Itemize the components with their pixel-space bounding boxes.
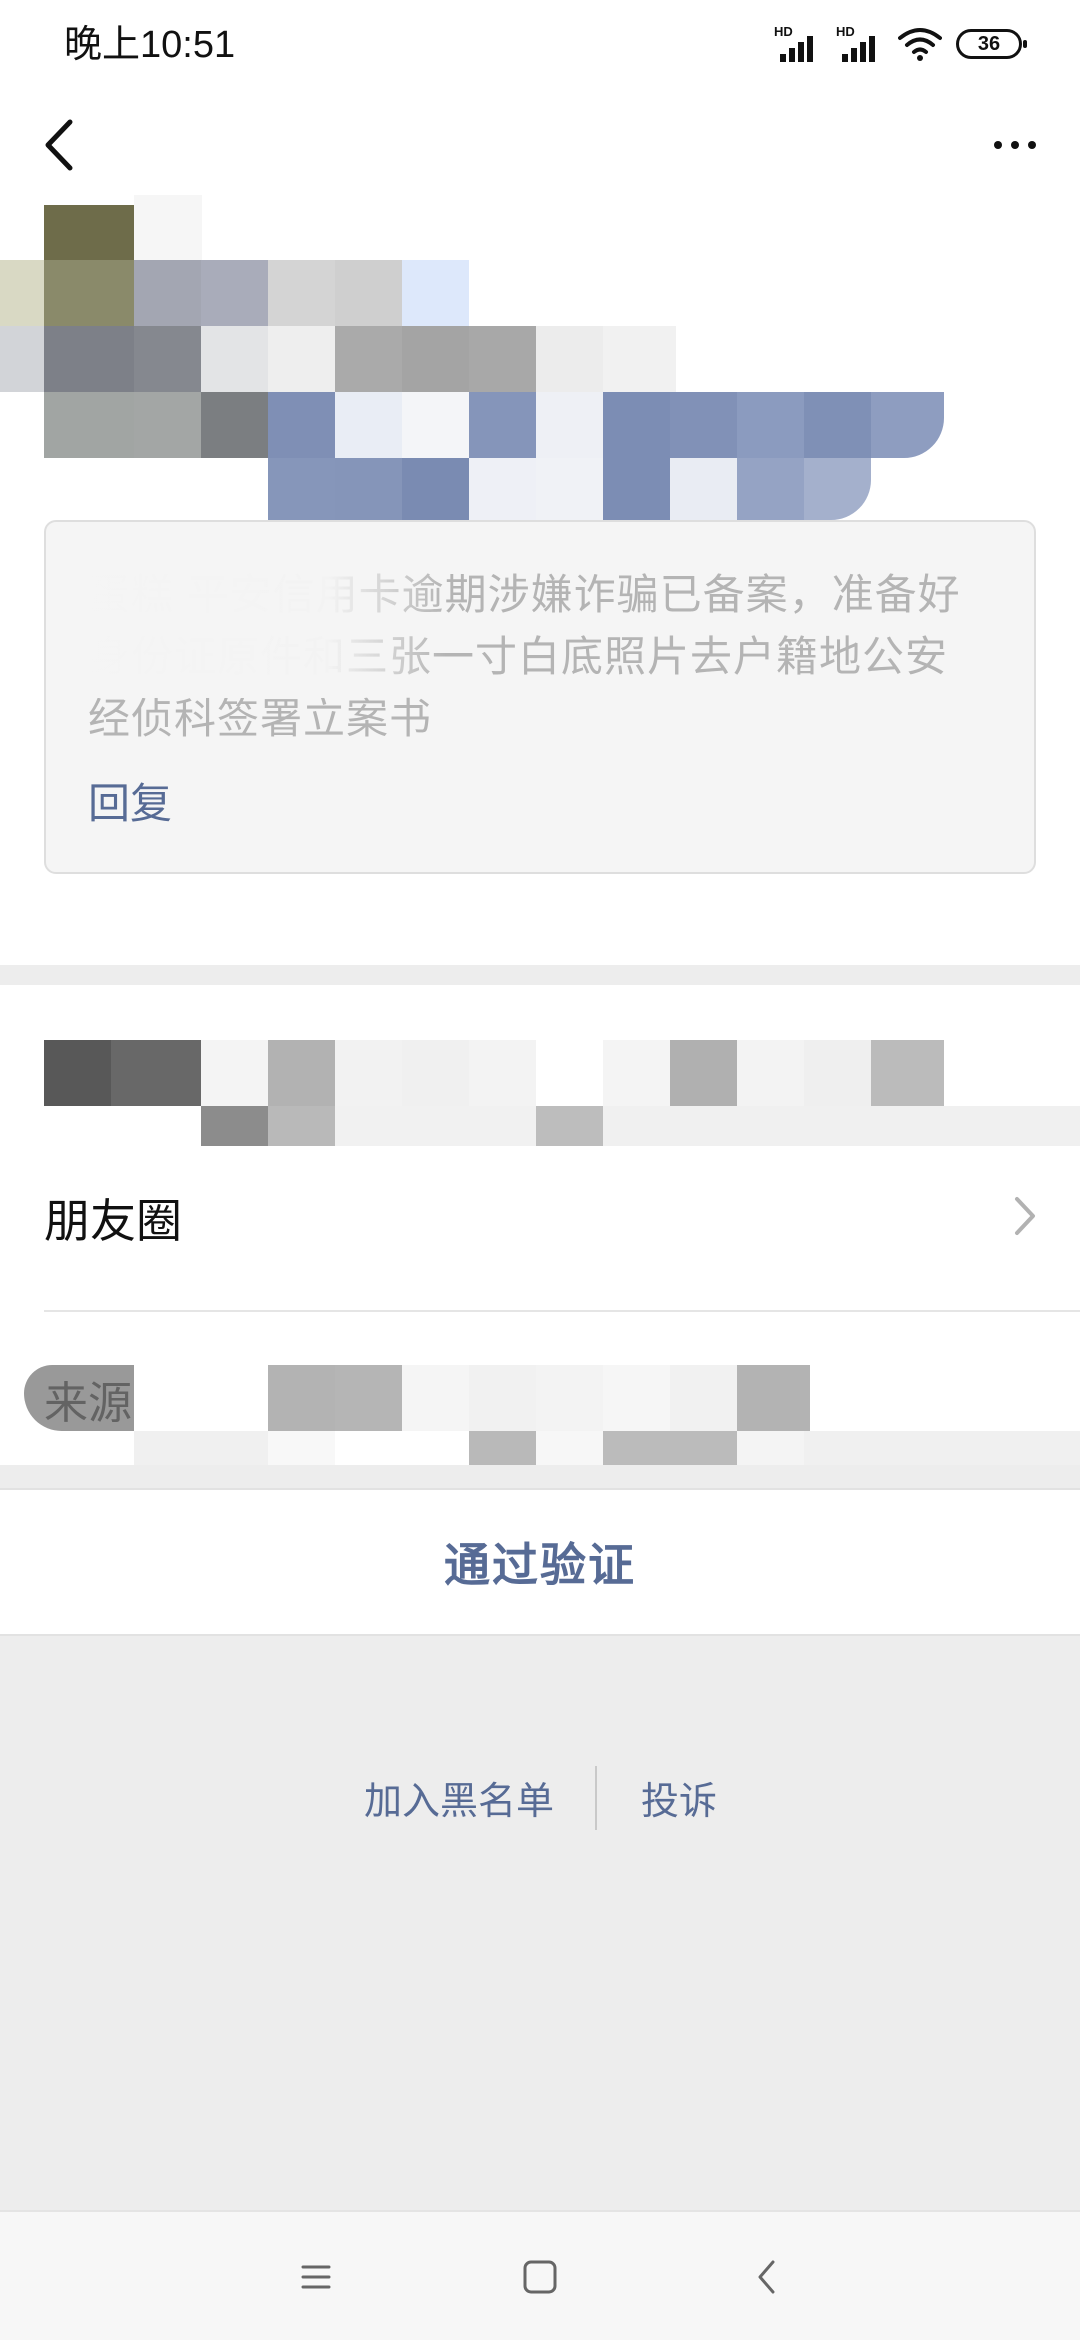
signal-icon-2: HD: [836, 24, 884, 62]
chevron-right-icon: [1015, 1197, 1035, 1235]
status-bar: 晚上10:51 HD HD 36: [0, 0, 1080, 90]
chevron-left-icon[interactable]: [30, 110, 90, 180]
row-divider: [44, 1310, 1080, 1312]
profile-info-section: 朋友圈 来源: [0, 985, 1080, 1465]
add-to-blacklist-link[interactable]: 加入黑名单: [364, 1770, 554, 1825]
system-nav-bar: [0, 2210, 1080, 2340]
reply-link[interactable]: 回复: [88, 770, 172, 831]
friend-verification-page: 晚上10:51 HD HD 36 蛋糕 平安信用卡逾期涉嫌诈骗已备案，准备好身份…: [0, 0, 1080, 2340]
back-triangle-icon[interactable]: [743, 2252, 793, 2302]
wifi-icon: [898, 28, 942, 61]
status-time: 晚上10:51: [64, 24, 236, 66]
moments-row[interactable]: 朋友圈: [0, 1145, 1080, 1295]
home-square-icon[interactable]: [515, 2252, 565, 2302]
menu-icon[interactable]: [291, 2252, 341, 2302]
verification-message-card: 蛋糕 平安信用卡逾期涉嫌诈骗已备案，准备好身份证原件和三张一寸白底照片去户籍地公…: [44, 520, 1036, 874]
action-separator: [595, 1766, 597, 1830]
top-nav-bar: [0, 100, 1080, 190]
approve-verification-button[interactable]: 通过验证: [0, 1490, 1080, 1634]
section-divider: [0, 965, 1080, 985]
battery-icon: 36: [956, 29, 1027, 59]
censor-mask: [56, 558, 446, 698]
complain-link[interactable]: 投诉: [641, 1770, 717, 1825]
approve-section: 通过验证: [0, 1488, 1080, 1636]
status-icons: HD HD 36: [774, 24, 1027, 64]
more-dots-icon[interactable]: [980, 120, 1050, 170]
moments-label: 朋友圈: [44, 1195, 182, 1247]
bottom-actions: 加入黑名单 投诉: [0, 1760, 1080, 1840]
signal-icon-1: HD: [774, 24, 822, 62]
